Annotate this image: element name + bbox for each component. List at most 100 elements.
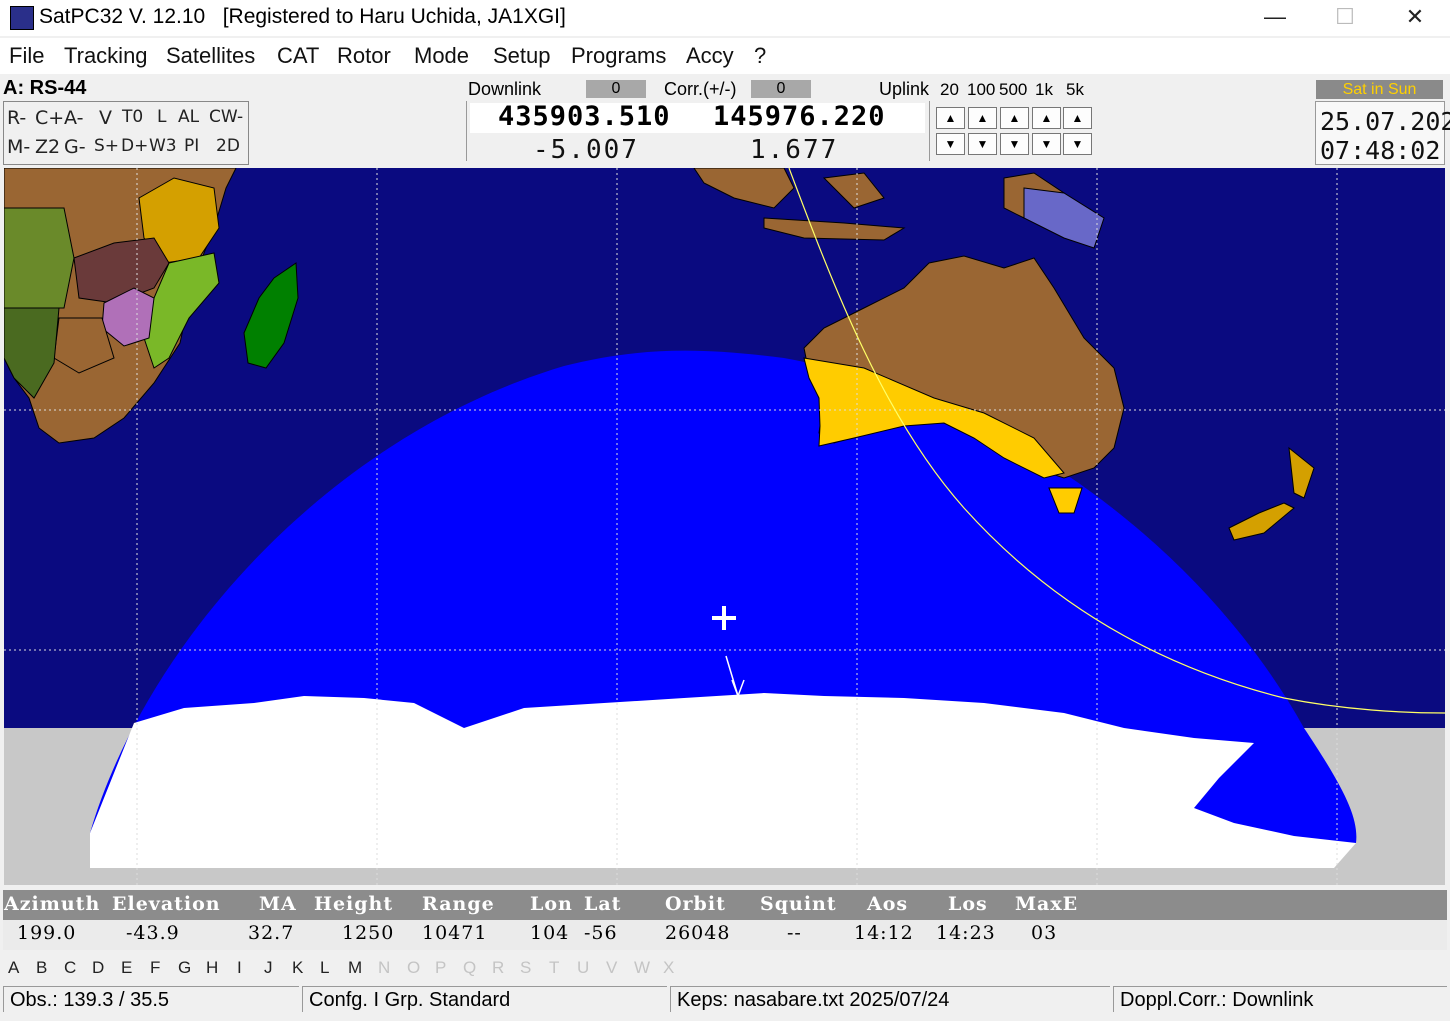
mode-key[interactable]: V (99, 107, 112, 129)
menu-mode[interactable]: Mode (414, 43, 469, 69)
step-label: 100 (967, 80, 996, 99)
app-icon (10, 6, 34, 30)
downlink-offset[interactable]: 0 (586, 80, 646, 98)
corr-label: Corr.(+/-) (664, 79, 737, 99)
sat-letter: P (435, 958, 447, 977)
uplink-label: Uplink (879, 79, 930, 99)
value-ma: 32.7 (248, 922, 295, 944)
sat-letter[interactable]: K (292, 958, 303, 978)
mode-key[interactable]: CW- (209, 107, 243, 127)
sat-letter[interactable]: G (178, 958, 191, 978)
header-lon: Lon (530, 893, 573, 915)
sat-letter: U (577, 958, 590, 977)
mode-key[interactable]: L (157, 107, 166, 127)
step-down-1k-button[interactable]: ▼ (1032, 133, 1061, 155)
sat-letter[interactable]: D (92, 958, 104, 978)
world-map[interactable] (4, 168, 1445, 885)
step-up-1k-button[interactable]: ▲ (1032, 107, 1061, 129)
sat-letter: R (492, 958, 505, 977)
mode-key[interactable]: 2D (216, 136, 240, 156)
step-up-100-button[interactable]: ▲ (968, 107, 997, 129)
menu-help[interactable]: ? (754, 43, 766, 69)
status-observer: Obs.: 139.3 / 35.5 (3, 986, 299, 1012)
header-azimuth: Azimuth (4, 893, 101, 915)
sat-letter: N (378, 958, 391, 977)
step-up-5k-button[interactable]: ▲ (1063, 107, 1092, 129)
status-keps: Keps: nasabare.txt 2025/07/24 (670, 986, 1110, 1012)
mode-key[interactable]: S+ (94, 136, 119, 156)
sat-letter[interactable]: J (264, 958, 273, 978)
date-display: 25.07.2025 (1320, 107, 1450, 136)
downlink-frequency[interactable]: 435903.510 (498, 101, 671, 132)
sat-letter[interactable]: A (8, 958, 19, 978)
step-down-500-button[interactable]: ▼ (1000, 133, 1029, 155)
mode-key[interactable]: M- (7, 136, 30, 158)
header-orbit: Orbit (665, 893, 726, 915)
step-down-100-button[interactable]: ▼ (968, 133, 997, 155)
sat-letter[interactable]: M (348, 958, 362, 978)
sat-letter: V (606, 958, 618, 977)
value-lat: -56 (584, 922, 618, 944)
value-orbit: 26048 (665, 922, 731, 944)
mode-key[interactable]: AL (178, 107, 199, 127)
menu-setup[interactable]: Setup (493, 43, 551, 69)
sat-in-sun-badge: Sat in Sun (1316, 80, 1443, 99)
sat-letter[interactable]: C (64, 958, 76, 978)
value-aos: 14:12 (854, 922, 914, 944)
downlink-doppler: -5.007 (533, 135, 639, 165)
header-range: Range (422, 893, 495, 915)
sat-letter: T (549, 958, 560, 977)
menu-satellites[interactable]: Satellites (166, 43, 255, 69)
uplink-doppler: 1.677 (750, 135, 839, 165)
menu-accy[interactable]: Accy (686, 43, 734, 69)
menu-tracking[interactable]: Tracking (64, 43, 148, 69)
mode-key[interactable]: PI (184, 136, 199, 156)
sat-letter[interactable]: I (237, 958, 242, 978)
sat-letter[interactable]: E (121, 958, 132, 978)
minimize-button[interactable]: — (1255, 4, 1295, 30)
sat-letter: S (520, 958, 532, 977)
step-down-5k-button[interactable]: ▼ (1063, 133, 1092, 155)
header-squint: Squint (760, 893, 837, 915)
mode-key[interactable]: D+ (121, 136, 148, 156)
step-label: 5k (1066, 80, 1084, 99)
step-down-20-button[interactable]: ▼ (936, 133, 965, 155)
header-maxe: MaxE (1015, 893, 1079, 915)
value-squint: -- (787, 922, 802, 944)
sat-letter[interactable]: L (320, 958, 329, 978)
sat-letter[interactable]: H (206, 958, 218, 978)
mode-key[interactable]: R- (7, 107, 26, 129)
value-elevation: -43.9 (126, 922, 180, 944)
menu-file[interactable]: File (9, 43, 44, 69)
header-elevation: Elevation (112, 893, 221, 915)
step-up-20-button[interactable]: ▲ (936, 107, 965, 129)
mode-key[interactable]: A- (64, 107, 83, 129)
mode-key[interactable]: G- (64, 136, 86, 158)
mode-key[interactable]: C+ (35, 107, 64, 129)
satellite-label: A: RS-44 (3, 77, 87, 99)
title-bar: SatPC32 V. 12.10 [Registered to Haru Uch… (0, 0, 1450, 36)
header-los: Los (948, 893, 988, 915)
maximize-button[interactable]: ☐ (1325, 4, 1365, 30)
menu-bar: File Tracking Satellites CAT Rotor Mode … (0, 38, 1450, 74)
sat-letter[interactable]: F (150, 958, 160, 978)
mode-key[interactable]: T0 (122, 107, 143, 127)
menu-cat[interactable]: CAT (277, 43, 319, 69)
corr-value[interactable]: 0 (751, 80, 811, 98)
data-table-header: Azimuth Elevation MA Height Range Lon La… (3, 890, 1447, 920)
menu-programs[interactable]: Programs (571, 43, 666, 69)
downlink-label: Downlink (468, 79, 542, 99)
uplink-frequency[interactable]: 145976.220 (713, 101, 886, 132)
angola (4, 207, 75, 309)
header-height: Height (314, 893, 394, 915)
sat-letter[interactable]: B (36, 958, 47, 978)
sat-letter: W (634, 958, 651, 977)
mode-key[interactable]: Z2 (35, 136, 60, 158)
sat-letter: Q (463, 958, 477, 977)
menu-rotor[interactable]: Rotor (337, 43, 391, 69)
status-config: Confg. I Grp. Standard (302, 986, 667, 1012)
close-button[interactable]: ✕ (1395, 4, 1435, 30)
mode-key[interactable]: W3 (149, 136, 177, 156)
step-up-500-button[interactable]: ▲ (1000, 107, 1029, 129)
step-label: 1k (1035, 80, 1053, 99)
